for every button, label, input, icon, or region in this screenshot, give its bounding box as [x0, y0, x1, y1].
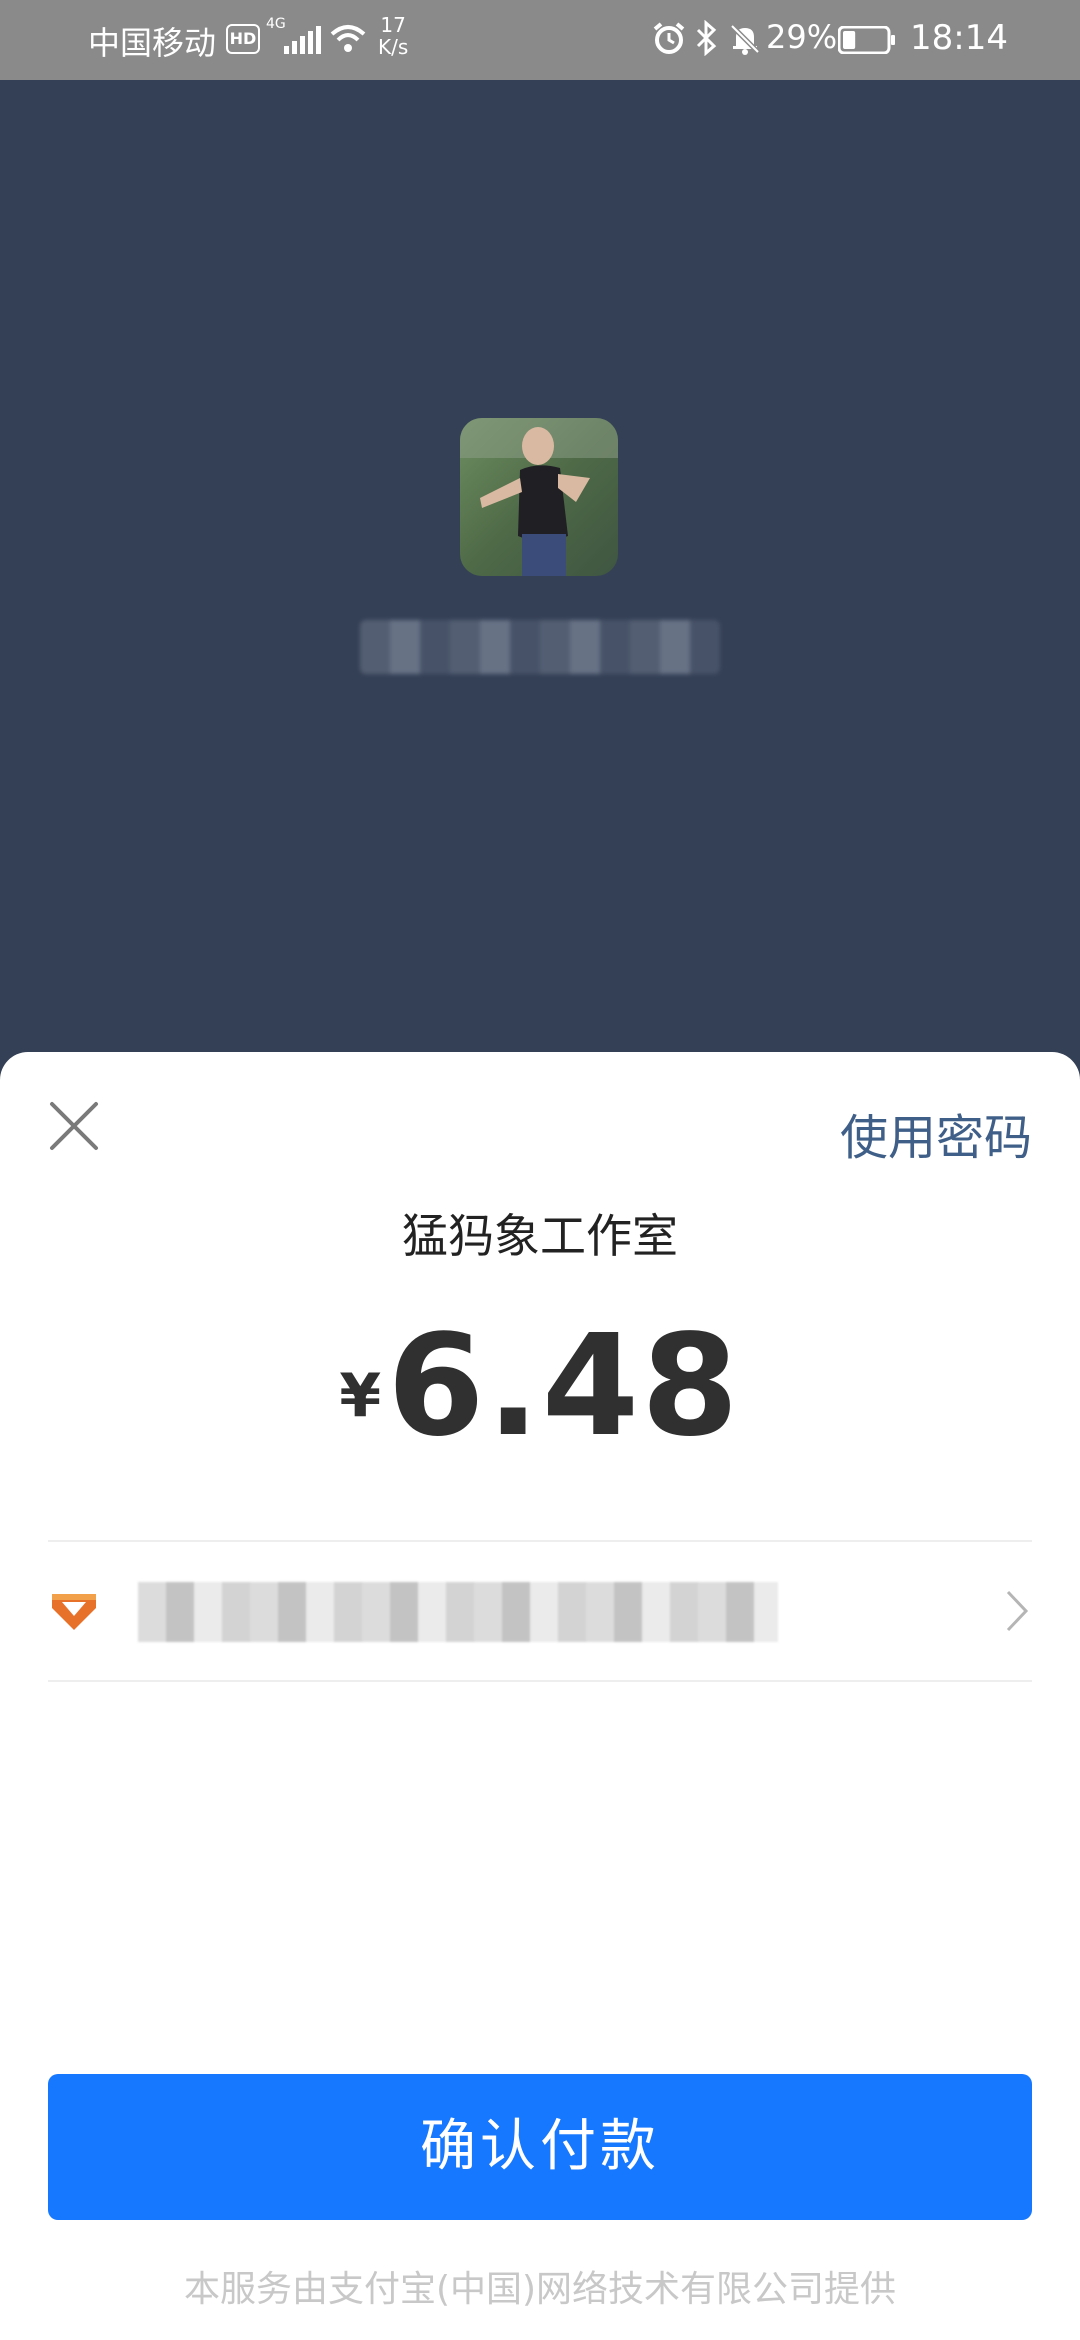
- use-password-link[interactable]: 使用密码: [840, 1098, 1032, 1168]
- payment-amount: ¥6.48: [0, 1305, 1080, 1468]
- clock: 18:14: [910, 18, 1008, 58]
- mute-bell-icon: [730, 24, 760, 55]
- user-name-redacted: [360, 620, 720, 674]
- payment-method-row[interactable]: [48, 1542, 1032, 1680]
- close-icon[interactable]: [46, 1098, 102, 1154]
- carrier-label: 中国移动: [88, 24, 217, 62]
- hd-icon: HD: [226, 24, 260, 54]
- signal-icon: [284, 26, 321, 54]
- amount-value: 6.48: [387, 1305, 741, 1468]
- battery-icon: [838, 26, 895, 54]
- avatar: [460, 418, 618, 576]
- alarm-icon: [653, 22, 685, 54]
- bank-card-icon: [52, 1594, 96, 1630]
- speed-unit: K/s: [378, 35, 409, 59]
- speed-value: 17: [380, 13, 406, 37]
- confirm-payment-button[interactable]: 确认付款: [48, 2074, 1032, 2220]
- bluetooth-icon: [696, 20, 717, 56]
- currency-symbol: ¥: [339, 1361, 382, 1431]
- provider-footer: 本服务由支付宝(中国)网络技术有限公司提供: [183, 2269, 897, 2310]
- payment-method-redacted: [138, 1582, 778, 1642]
- network-type: 4G: [266, 16, 286, 32]
- divider: [48, 1680, 1032, 1682]
- wifi-icon: [330, 25, 366, 52]
- chevron-right-icon: [1006, 1590, 1029, 1632]
- merchant-name: 猛犸象工作室: [402, 1209, 678, 1263]
- status-bar: 中国移动 HD 4G 17 K/s 29% 18:14: [0, 0, 1080, 80]
- network-speed: 17 K/s: [378, 14, 408, 58]
- battery-percent: 29%: [766, 18, 838, 56]
